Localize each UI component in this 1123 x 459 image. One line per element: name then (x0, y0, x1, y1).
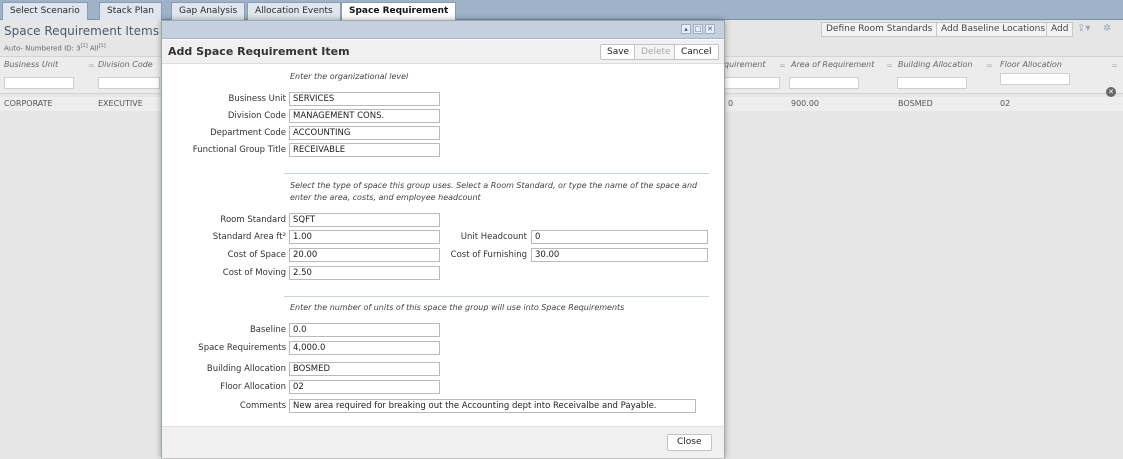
section-divider (284, 296, 709, 297)
delete-button[interactable]: Delete (634, 44, 678, 60)
cost-of-moving-field[interactable]: 2.50 (289, 266, 440, 280)
add-baseline-locations-button[interactable]: Add Baseline Locations (936, 22, 1051, 37)
floor-allocation-label: Floor Allocation (220, 382, 286, 392)
dialog-title: Add Space Requirement Item (168, 45, 350, 58)
save-button[interactable]: Save (600, 44, 637, 60)
tab-bar: Select Scenario Stack Plan Gap Analysis … (0, 0, 1123, 20)
organizational-level-instruction: Enter the organizational level (290, 72, 409, 81)
department-code-label: Department Code (210, 128, 286, 138)
all-filter-link[interactable]: All (90, 44, 99, 52)
building-allocation-field[interactable]: BOSMED (289, 362, 440, 376)
column-floor-allocation[interactable]: Floor Allocation (1000, 60, 1062, 69)
requirement-filter[interactable] (724, 77, 780, 89)
room-standard-field[interactable]: SQFT (289, 213, 440, 227)
define-room-standards-button[interactable]: Define Room Standards (821, 22, 938, 37)
building-allocation-label: Building Allocation (206, 364, 286, 374)
tab-stack-plan[interactable]: Stack Plan (99, 2, 162, 20)
column-business-unit[interactable]: Business Unit (4, 60, 58, 69)
department-code-field[interactable]: ACCOUNTING (289, 126, 440, 140)
comments-field[interactable]: New area required for breaking out the A… (289, 399, 696, 413)
column-area-of-requirement[interactable]: Area of Requirement (791, 60, 874, 69)
floor-allocation-filter[interactable] (1000, 73, 1070, 85)
area-of-requirement-filter[interactable] (789, 77, 859, 89)
tab-select-scenario[interactable]: Select Scenario (2, 2, 88, 20)
space-requirements-field[interactable]: 4,000.0 (289, 341, 440, 355)
close-button[interactable]: Close (667, 434, 712, 451)
units-instruction: Enter the number of units of this space … (290, 303, 625, 312)
standard-area-label: Standard Area ft² (212, 232, 286, 242)
division-code-label: Division Code (227, 111, 286, 121)
floor-allocation-field[interactable]: 02 (289, 380, 440, 394)
cost-of-space-label: Cost of Space (227, 250, 286, 260)
clear-filter-icon[interactable]: ✕ (1106, 87, 1116, 97)
cancel-button[interactable]: Cancel (674, 44, 719, 60)
division-code-filter[interactable] (98, 77, 160, 89)
unit-headcount-field[interactable]: 0 (531, 230, 708, 244)
gear-icon[interactable]: ✲ (1103, 23, 1111, 34)
space-requirements-label: Space Requirements (198, 343, 286, 353)
maximize-icon[interactable]: □ (693, 24, 703, 34)
export-icon[interactable]: ⇪▾ (1077, 23, 1090, 34)
collapse-icon[interactable]: ▴ (681, 24, 691, 34)
close-icon[interactable]: ✕ (705, 24, 715, 34)
dialog-window-bar: ▴ □ ✕ (162, 21, 724, 39)
business-unit-filter[interactable] (4, 77, 74, 89)
room-standard-label: Room Standard (220, 215, 286, 225)
panel-title: Space Requirement Items for: (4, 24, 184, 38)
cost-of-moving-label: Cost of Moving (222, 268, 286, 278)
tab-space-requirement[interactable]: Space Requirement (341, 2, 457, 20)
add-space-requirement-dialog: ▴ □ ✕ Add Space Requirement Item Save De… (161, 20, 725, 458)
dialog-header: Add Space Requirement Item Save Delete C… (162, 40, 724, 64)
functional-group-title-field[interactable]: RECEIVABLE (289, 143, 440, 157)
column-building-allocation[interactable]: Building Allocation (898, 60, 972, 69)
section-divider (284, 173, 709, 174)
baseline-label: Baseline (249, 325, 286, 335)
building-allocation-filter[interactable] (897, 77, 967, 89)
comments-label: Comments (239, 401, 286, 411)
tab-gap-analysis[interactable]: Gap Analysis (171, 2, 246, 20)
cost-of-furnishing-label: Cost of Furnishing (450, 250, 527, 260)
space-type-instruction: Select the type of space this group uses… (290, 181, 698, 202)
cost-of-furnishing-field[interactable]: 30.00 (531, 248, 708, 262)
division-code-field[interactable]: MANAGEMENT CONS. (289, 109, 440, 123)
functional-group-title-label: Functional Group Title (192, 145, 286, 155)
business-unit-label: Business Unit (228, 94, 287, 104)
unit-headcount-label: Unit Headcount (460, 232, 527, 242)
column-requirement[interactable]: quirement (724, 60, 766, 69)
business-unit-field[interactable]: SERVICES (289, 92, 440, 106)
auto-numbered-id-filter: Auto- Numbered ID: 3[1] All[1] (4, 43, 106, 53)
column-division-code[interactable]: Division Code (98, 60, 153, 69)
baseline-field[interactable]: 0.0 (289, 323, 440, 337)
tab-allocation-events[interactable]: Allocation Events (247, 2, 341, 20)
dialog-footer: Close (162, 426, 724, 458)
add-button[interactable]: Add (1046, 22, 1074, 37)
